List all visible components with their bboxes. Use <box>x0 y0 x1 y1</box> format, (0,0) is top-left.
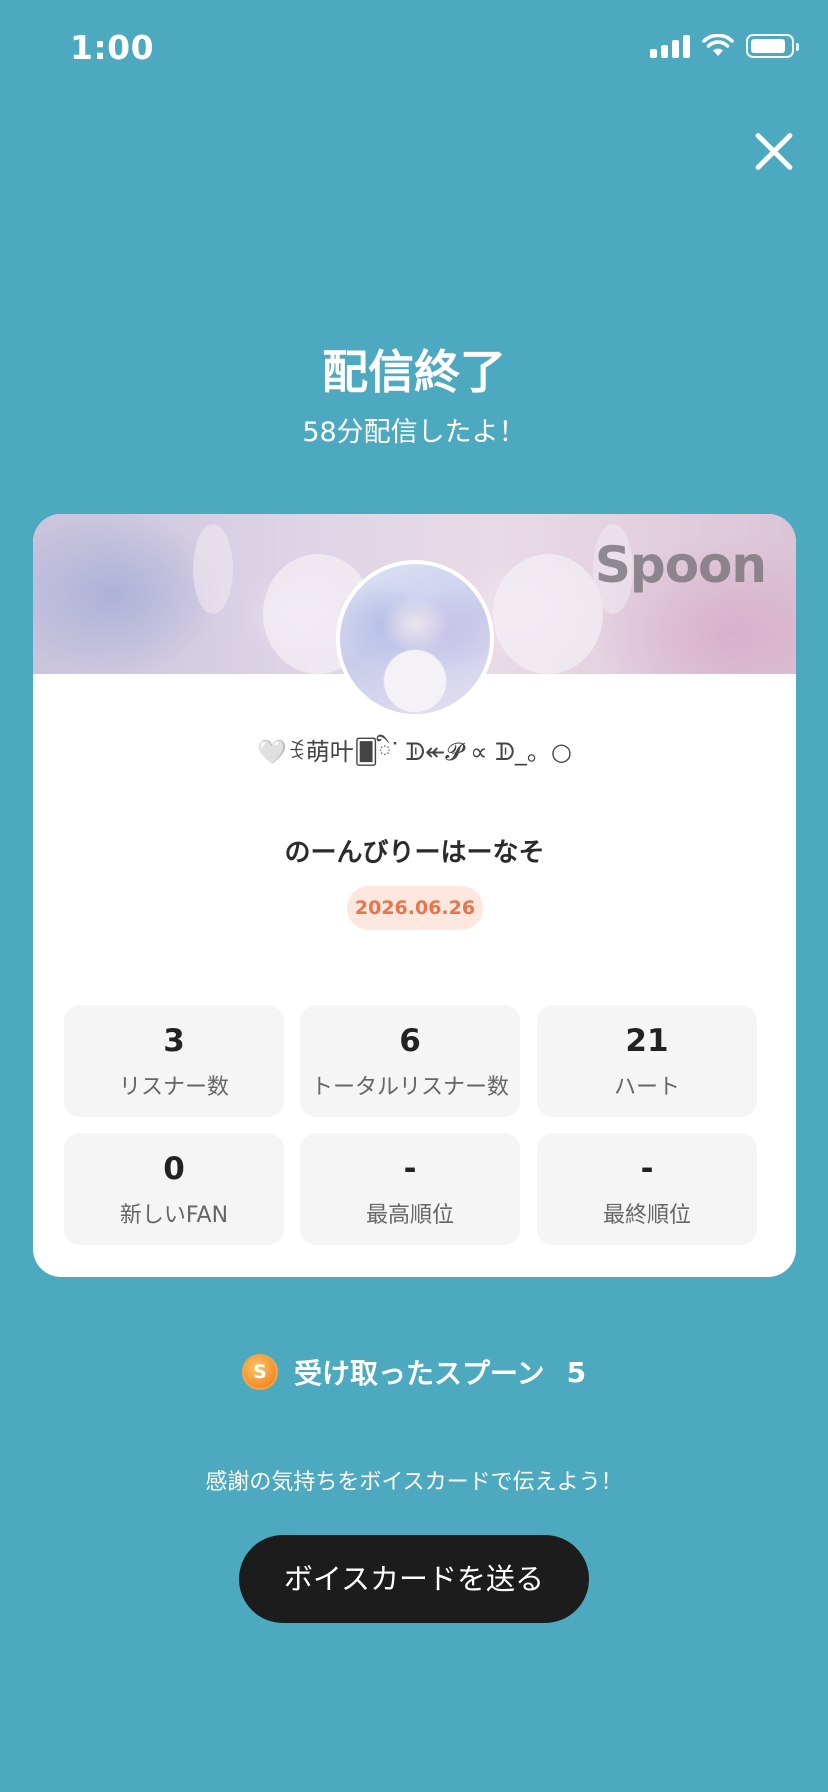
room-title: のーんびりーはーなそ <box>284 838 545 868</box>
stat-value: - <box>640 1151 654 1187</box>
voicecard-prompt: 感謝の気持ちをボイスカードで伝えよう！ <box>205 1470 623 1495</box>
stream-duration-text: 58分配信したよ！ <box>302 417 526 448</box>
spoon-logo: Spoon <box>594 536 767 594</box>
stat-value: 0 <box>163 1151 185 1187</box>
stat-label: ハート <box>613 1075 680 1100</box>
received-spoons-count: 5 <box>566 1355 587 1389</box>
stat-hearts: 21 ハート <box>537 1005 757 1117</box>
stat-label: トータルリスナー数 <box>310 1075 509 1100</box>
battery-icon <box>746 34 799 58</box>
stat-final-rank: - 最終順位 <box>537 1133 757 1245</box>
page-title: 配信終了 <box>322 345 506 399</box>
avatar[interactable] <box>336 560 494 718</box>
stat-label: 新しいFAN <box>119 1203 229 1228</box>
stream-summary-card: Spoon 🤍ꉂ萌叶🂠ིᐝ ᗫ↞𝓟 ∝ ᗫ_。○ のーんびりーはーなそ 2026… <box>33 514 796 1277</box>
stat-value: 21 <box>625 1023 669 1059</box>
send-voicecard-button[interactable]: ボイスカードを送る <box>239 1535 589 1623</box>
wifi-icon <box>702 34 734 56</box>
stat-value: 6 <box>399 1023 421 1059</box>
spoon-coin-icon: S <box>241 1354 278 1390</box>
status-time: 1:00 <box>70 28 155 67</box>
date-badge: 2026.06.26 <box>347 886 483 930</box>
status-icons <box>650 34 799 58</box>
close-icon[interactable] <box>744 122 804 182</box>
cellular-signal-icon <box>650 34 690 58</box>
stat-label: 最終順位 <box>602 1203 691 1228</box>
stat-value: 3 <box>163 1023 185 1059</box>
received-spoons-label: 受け取ったスプーン <box>293 1357 545 1390</box>
username: 🤍ꉂ萌叶🂠ིᐝ ᗫ↞𝓟 ∝ ᗫ_。○ <box>257 738 572 766</box>
stat-label: 最高順位 <box>365 1203 454 1228</box>
stream-ended-screen: 1:00 配信終了 58分配信したよ！ Spoon 🤍ꉂ萌叶🂠ིᐝ ᗫ↞𝓟 ∝ … <box>0 0 828 1792</box>
stat-value: - <box>403 1151 417 1187</box>
stat-total-listeners: 6 トータルリスナー数 <box>300 1005 520 1117</box>
stat-listeners: 3 リスナー数 <box>64 1005 284 1117</box>
received-spoons: S 受け取ったスプーン 5 <box>0 1350 828 1394</box>
stat-new-fans: 0 新しいFAN <box>64 1133 284 1245</box>
status-bar: 1:00 <box>0 0 828 100</box>
stat-highest-rank: - 最高順位 <box>300 1133 520 1245</box>
stat-label: リスナー数 <box>118 1075 229 1100</box>
